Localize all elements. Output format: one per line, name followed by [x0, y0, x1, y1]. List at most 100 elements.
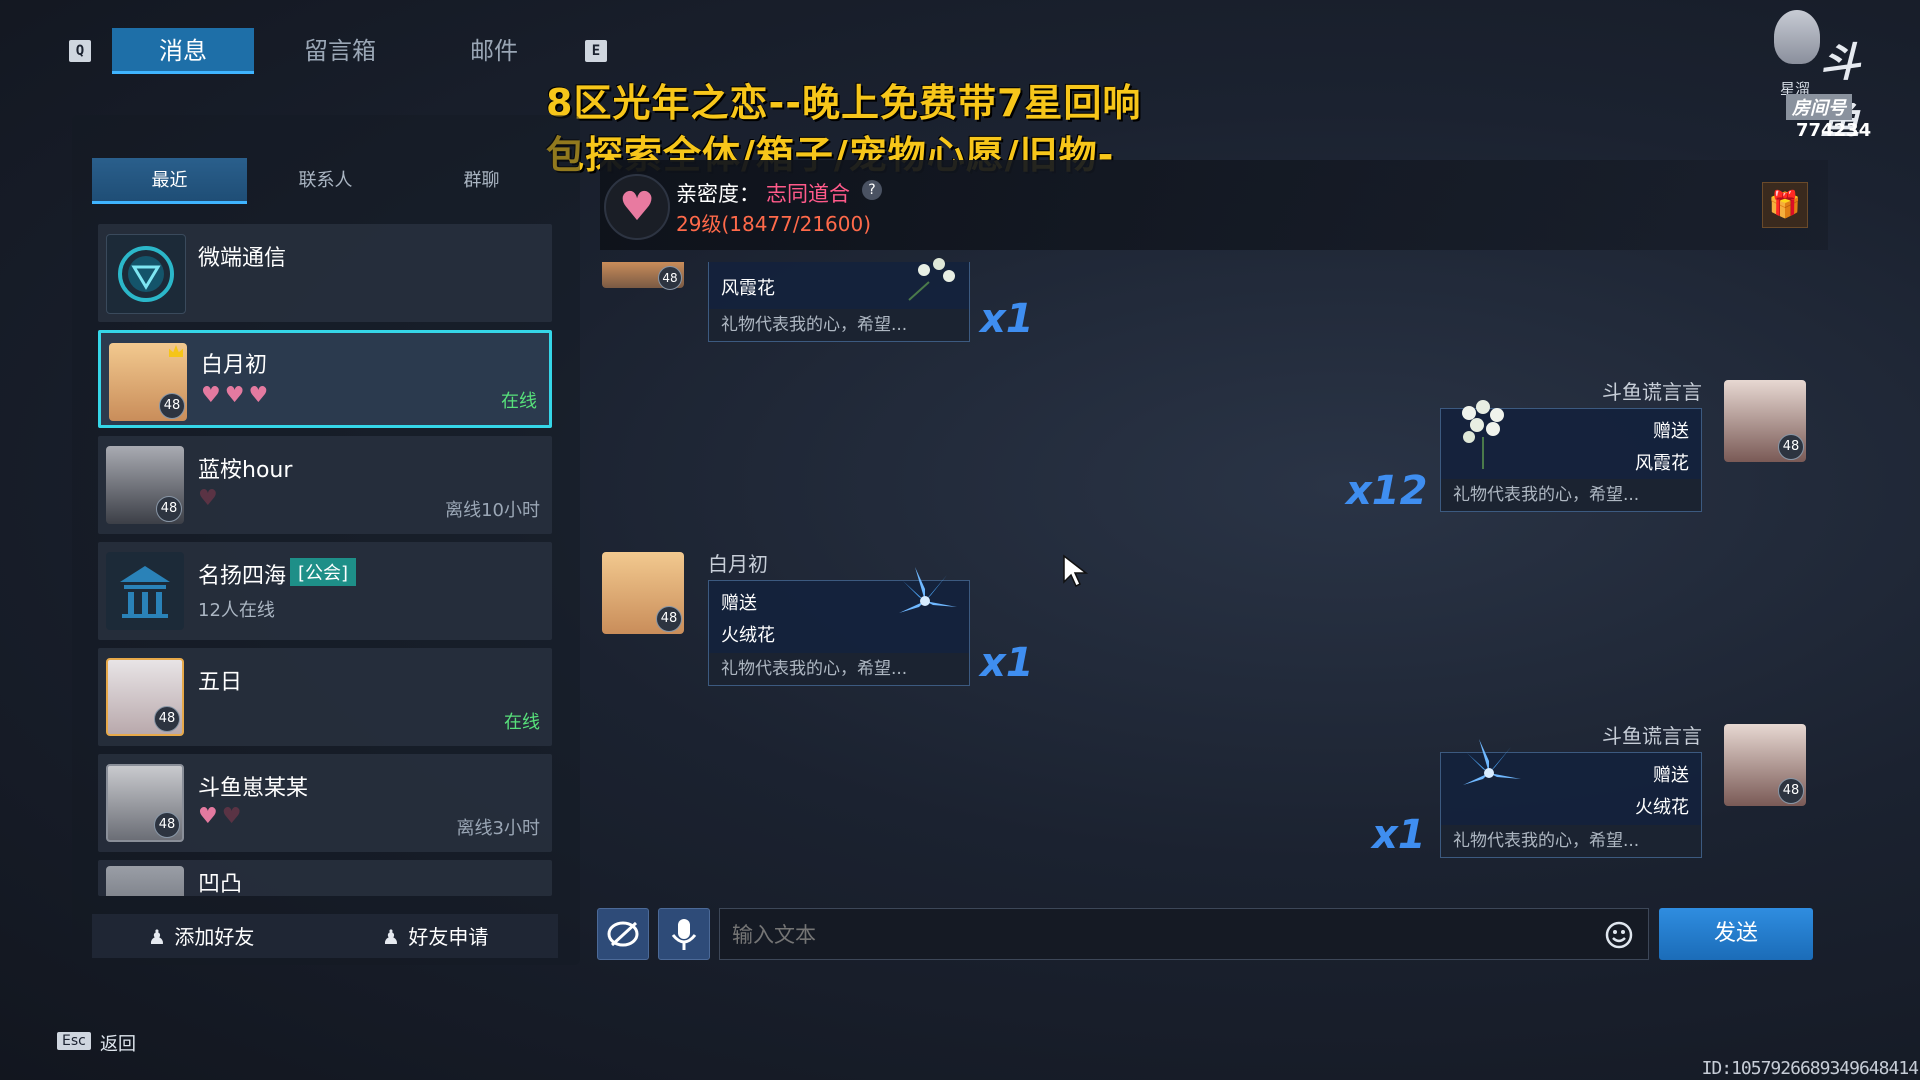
gift-note: 礼物代表我的心，希望...	[709, 309, 969, 341]
avatar	[106, 866, 184, 896]
contact-item-guild[interactable]: 名扬四海 [公会] 12人在线	[98, 542, 552, 640]
gift-name: 风霞花	[1635, 453, 1689, 474]
avatar: 48	[106, 764, 184, 842]
stream-overlay-line-1: 8区光年之恋--晚上免费带7星回响	[546, 81, 1142, 125]
pen-chat-icon	[607, 921, 639, 947]
add-friend-label: 添加好友	[174, 925, 255, 949]
add-person-icon: ♟	[148, 925, 166, 949]
footer-id: ID:1057926689349648414	[1701, 1058, 1919, 1079]
chat-input-box[interactable]	[719, 908, 1649, 961]
tab-group-chat[interactable]: 群聊	[404, 158, 559, 204]
emoji-icon[interactable]	[1604, 920, 1634, 950]
sender-name: 白月初	[708, 552, 768, 576]
level-badge: 48	[1778, 434, 1804, 460]
chat-input[interactable]	[730, 909, 1584, 961]
contact-name: 凹凸	[198, 872, 243, 896]
level-badge: 48	[154, 812, 180, 838]
tab-mail[interactable]: 邮件	[424, 28, 564, 74]
gift-message[interactable]: 赠送 火绒花 礼物代表我的心，希望...	[708, 567, 970, 686]
gift-message[interactable]: 赠送 火绒花 礼物代表我的心，希望...	[1440, 739, 1702, 858]
contact-item-lanan[interactable]: 48 蓝桉hour ♥ 离线10小时	[98, 436, 552, 534]
gift-message[interactable]: 赠送 风霞花 礼物代表我的心，希望...	[1440, 400, 1702, 512]
status-text: 在线	[501, 391, 537, 412]
quick-reply-button[interactable]	[597, 908, 649, 960]
next-tab-key[interactable]: E	[585, 40, 607, 62]
white-flower-icon	[1462, 400, 1504, 469]
contact-item-baiyuechu[interactable]: 48 白月初 ♥ ♥ ♥ 在线	[98, 330, 552, 428]
tab-contacts[interactable]: 联系人	[248, 158, 403, 204]
send-button[interactable]: 发送	[1659, 908, 1813, 960]
esc-key[interactable]: Esc	[57, 1032, 91, 1050]
heart-icon: ♥	[224, 383, 245, 408]
status-text: 在线	[504, 712, 540, 733]
heart-icon: ♥	[198, 804, 218, 829]
room-number: 774234	[1796, 120, 1872, 141]
gift-box-icon[interactable]: 🎁	[1762, 182, 1808, 228]
gift-message[interactable]: 风霞花 礼物代表我的心，希望...	[708, 258, 970, 342]
avatar: 48	[106, 446, 184, 524]
gift-note: 礼物代表我的心，希望...	[709, 653, 969, 685]
guild-building-icon	[120, 566, 170, 618]
gift-action: 赠送	[721, 593, 757, 614]
contact-item-wuri[interactable]: 48 五日 在线	[98, 648, 552, 746]
intimacy-help-icon[interactable]: ?	[862, 180, 882, 200]
tab-message-box[interactable]: 留言箱	[270, 28, 410, 74]
prev-tab-key[interactable]: Q	[69, 40, 91, 62]
tab-recent[interactable]: 最近	[92, 158, 247, 204]
avatar: 48	[602, 552, 684, 634]
status-text: 离线3小时	[456, 818, 540, 839]
gift-action: 赠送	[1653, 765, 1689, 786]
guild-tag: [公会]	[290, 558, 357, 586]
friend-request-label: 好友申请	[408, 925, 489, 949]
contact-name: 斗鱼崽某某	[198, 776, 309, 801]
gift-count: x12	[1346, 468, 1428, 514]
voice-button[interactable]	[658, 908, 710, 960]
room-watermark: 斗鱼 星溜 房间号 774234	[1770, 8, 1890, 144]
gift-count: x1	[1372, 812, 1426, 858]
streamer-avatar-icon	[1774, 10, 1820, 64]
blue-lily-icon	[1463, 739, 1521, 785]
mouse-cursor-icon	[1063, 554, 1089, 588]
back-button[interactable]: 返回	[100, 1030, 136, 1056]
level-badge: 48	[154, 706, 180, 732]
gift-note: 礼物代表我的心，希望...	[1441, 825, 1701, 857]
room-number-label: 房间号	[1786, 94, 1852, 120]
status-text: 离线10小时	[445, 500, 540, 521]
gift-name: 火绒花	[1635, 797, 1689, 818]
guild-online-count: 12人在线	[198, 600, 275, 621]
gift-count: x1	[980, 640, 1034, 686]
gift-count: x1	[980, 296, 1034, 342]
add-friend-button[interactable]: ♟ 添加好友	[148, 920, 254, 954]
microphone-icon	[671, 919, 697, 950]
avatar: 48	[109, 343, 187, 421]
intimacy-heart-icon: ♥	[604, 174, 670, 240]
heart-icon: ♥	[198, 486, 218, 511]
sender-name: 斗鱼谎言言	[1602, 724, 1702, 748]
intimacy-value: 志同道合	[766, 182, 850, 206]
level-badge: 48	[1778, 778, 1804, 804]
contact-item-douyu[interactable]: 48 斗鱼崽某某 ♥ ♥ 离线3小时	[98, 754, 552, 852]
crown-icon	[169, 345, 183, 357]
friend-request-button[interactable]: ♟ 好友申请	[382, 920, 488, 954]
contact-item-aotu[interactable]: 凹凸	[98, 860, 552, 896]
friend-request-icon: ♟	[382, 925, 400, 949]
contact-name: 蓝桉hour	[198, 458, 293, 483]
contact-name: 名扬四海	[198, 564, 287, 589]
avatar: 48	[1724, 724, 1806, 806]
avatar: 48	[106, 658, 184, 736]
gift-name: 火绒花	[721, 625, 775, 646]
contact-item-micro-comm[interactable]: 微端通信	[98, 224, 552, 322]
intimacy-label: 亲密度：	[676, 182, 760, 206]
contact-name: 五日	[198, 670, 243, 695]
heart-icon: ♥	[221, 804, 242, 829]
heart-icon: ♥	[248, 383, 269, 408]
intimacy-level: 29级(18477/21600)	[676, 212, 872, 236]
sender-name: 斗鱼谎言言	[1602, 380, 1702, 404]
contact-name: 白月初	[201, 353, 268, 378]
level-badge: 48	[658, 266, 682, 290]
guild-avatar	[106, 552, 184, 630]
white-flower-icon	[908, 258, 955, 301]
tab-messages[interactable]: 消息	[112, 28, 254, 74]
avatar: 48	[1724, 380, 1806, 462]
blue-lily-icon	[899, 567, 957, 613]
